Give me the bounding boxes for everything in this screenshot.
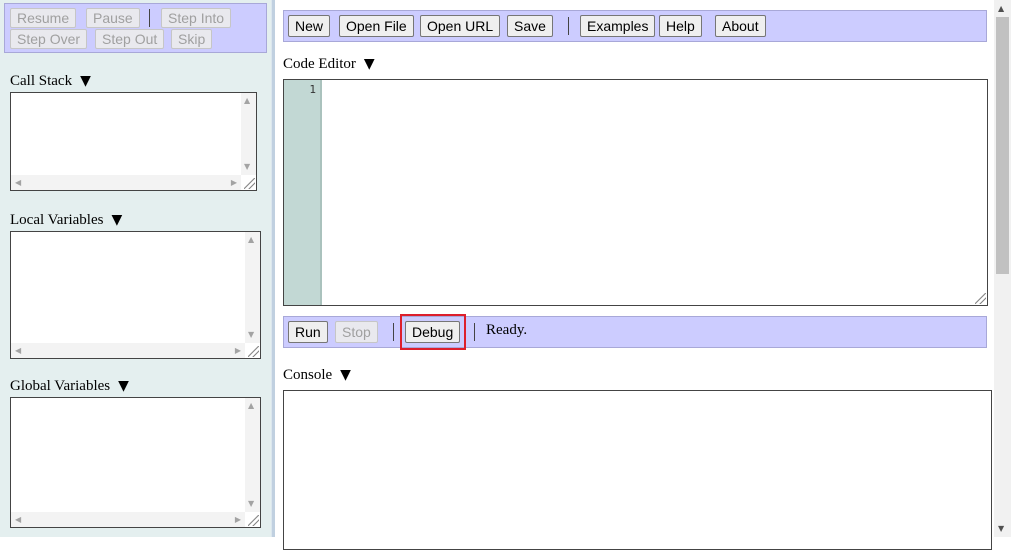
vertical-scrollbar[interactable]: ▲ ▼: [241, 93, 256, 175]
console-label: Console: [283, 367, 333, 383]
local-variables-list[interactable]: ▲ ▼ ◀ ▶: [10, 231, 261, 359]
local-variables-label: Local Variables: [10, 212, 104, 228]
examples-button[interactable]: Examples: [580, 15, 656, 37]
toolbar-separator: [568, 17, 569, 35]
collapse-triangle-icon[interactable]: ▼: [111, 212, 122, 228]
vertical-scrollbar[interactable]: ▲ ▼: [245, 232, 260, 343]
resume-button[interactable]: Resume: [10, 8, 77, 28]
open-file-button[interactable]: Open File: [339, 15, 414, 37]
collapse-triangle-icon[interactable]: ▼: [118, 378, 129, 394]
horizontal-scrollbar[interactable]: ◀ ▶: [11, 175, 241, 190]
call-stack-list[interactable]: ▲ ▼ ◀ ▶: [10, 92, 257, 191]
horizontal-scrollbar[interactable]: ◀ ▶: [11, 512, 245, 527]
scroll-up-icon[interactable]: ▲: [998, 4, 1004, 14]
scroll-down-icon[interactable]: ▼: [244, 162, 250, 172]
line-number: 1: [309, 83, 316, 96]
scroll-right-icon[interactable]: ▶: [235, 346, 241, 356]
resize-grip-icon[interactable]: [248, 346, 259, 357]
vertical-scrollbar[interactable]: ▲ ▼: [245, 398, 260, 512]
code-editor-label: Code Editor: [283, 56, 356, 72]
open-url-button[interactable]: Open URL: [420, 15, 501, 37]
code-editor[interactable]: 1: [283, 79, 988, 306]
step-over-button[interactable]: Step Over: [10, 29, 88, 49]
new-button[interactable]: New: [288, 15, 331, 37]
panel-splitter[interactable]: [271, 0, 275, 537]
toolbar-separator: [393, 323, 394, 341]
global-variables-header[interactable]: Global Variables ▼: [10, 378, 129, 395]
scroll-right-icon[interactable]: ▶: [231, 178, 237, 188]
line-number-gutter: 1: [284, 80, 322, 305]
resize-grip-icon[interactable]: [248, 515, 259, 526]
call-stack-label: Call Stack: [10, 73, 73, 89]
scroll-up-icon[interactable]: ▲: [248, 235, 254, 245]
status-text: Ready.: [486, 322, 528, 338]
about-button[interactable]: About: [715, 15, 766, 37]
collapse-triangle-icon[interactable]: ▼: [80, 73, 91, 89]
collapse-triangle-icon[interactable]: ▼: [364, 56, 375, 72]
help-button[interactable]: Help: [659, 15, 702, 37]
scroll-left-icon[interactable]: ◀: [15, 346, 21, 356]
toolbar-separator: [149, 9, 150, 27]
skip-button[interactable]: Skip: [171, 29, 213, 49]
global-variables-label: Global Variables: [10, 378, 111, 394]
scroll-down-icon[interactable]: ▼: [248, 499, 254, 509]
page-scrollbar[interactable]: ▲ ▼: [994, 0, 1011, 537]
scroll-left-icon[interactable]: ◀: [15, 515, 21, 525]
code-editor-header[interactable]: Code Editor ▼: [283, 56, 375, 73]
console-header[interactable]: Console ▼: [283, 367, 351, 384]
pause-button[interactable]: Pause: [86, 8, 140, 28]
step-into-button[interactable]: Step Into: [161, 8, 232, 28]
toolbar-separator: [474, 323, 475, 341]
debugger-panel: Resume Pause Step Into Step Over Step Ou…: [0, 0, 271, 537]
global-variables-list[interactable]: ▲ ▼ ◀ ▶: [10, 397, 261, 528]
console-output[interactable]: [283, 390, 992, 550]
stop-button[interactable]: Stop: [335, 321, 378, 343]
debug-toolbar: Resume Pause Step Into Step Over Step Ou…: [4, 3, 267, 53]
step-out-button[interactable]: Step Out: [95, 29, 165, 49]
scrollbar-thumb[interactable]: [996, 17, 1009, 274]
horizontal-scrollbar[interactable]: ◀ ▶: [11, 343, 245, 358]
file-toolbar: New Open File Open URL Save Examples Hel…: [283, 10, 987, 42]
scroll-left-icon[interactable]: ◀: [15, 178, 21, 188]
run-toolbar: Run Stop Debug Ready.: [283, 316, 987, 348]
scroll-right-icon[interactable]: ▶: [235, 515, 241, 525]
scroll-down-icon[interactable]: ▼: [998, 524, 1004, 534]
debug-button-highlight: [400, 314, 466, 350]
local-variables-header[interactable]: Local Variables ▼: [10, 212, 122, 229]
scroll-down-icon[interactable]: ▼: [248, 330, 254, 340]
resize-grip-icon[interactable]: [244, 178, 255, 189]
scroll-up-icon[interactable]: ▲: [244, 96, 250, 106]
call-stack-header[interactable]: Call Stack ▼: [10, 73, 91, 90]
scroll-up-icon[interactable]: ▲: [248, 401, 254, 411]
run-button[interactable]: Run: [288, 321, 328, 343]
resize-grip-icon[interactable]: [975, 293, 986, 304]
collapse-triangle-icon[interactable]: ▼: [340, 367, 351, 383]
save-button[interactable]: Save: [507, 15, 553, 37]
